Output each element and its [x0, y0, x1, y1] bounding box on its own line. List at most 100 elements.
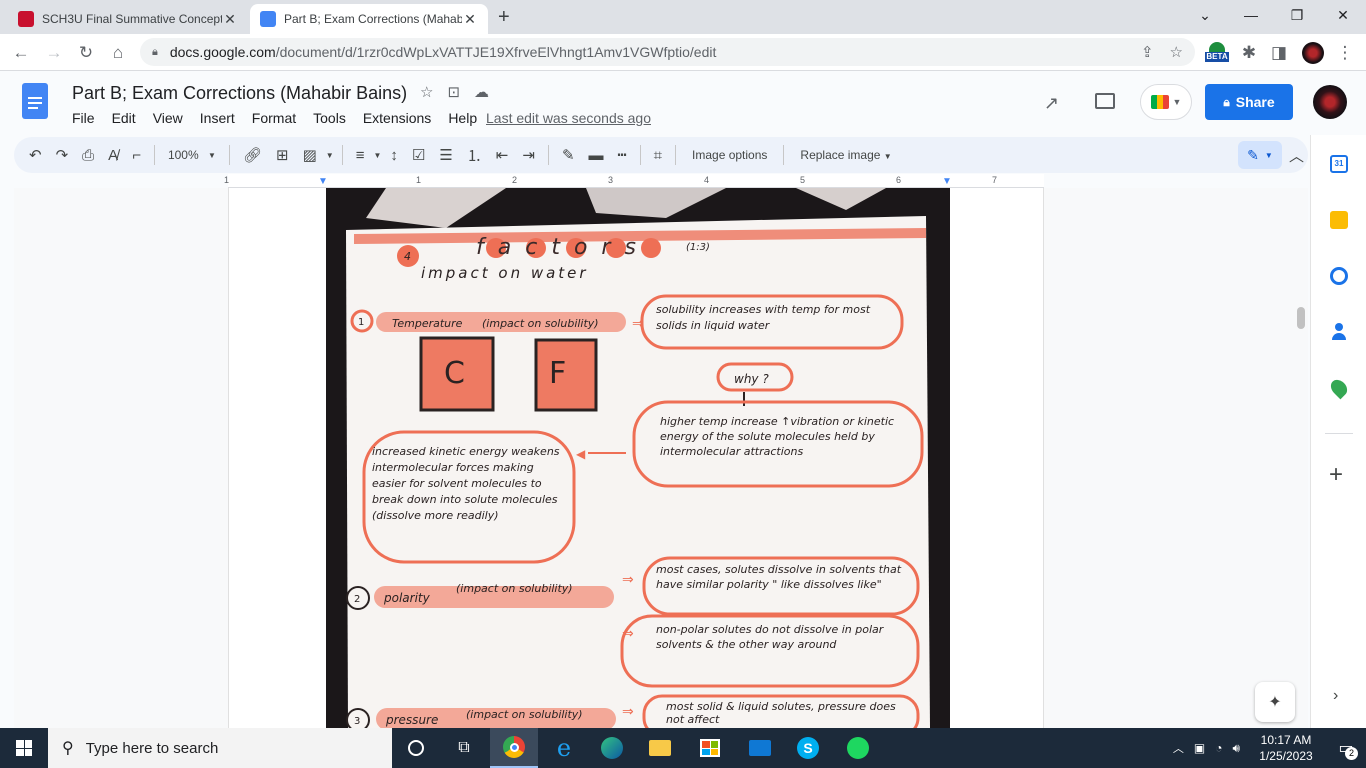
profile-avatar[interactable]: [1302, 42, 1324, 64]
tab-exam-corrections[interactable]: Part B; Exam Corrections (Mahabi ✕: [250, 4, 488, 34]
editing-mode-button[interactable]: ✎ ▼: [1238, 141, 1282, 169]
menu-help[interactable]: Help: [448, 110, 477, 126]
menu-extensions[interactable]: Extensions: [363, 110, 431, 126]
line-spacing-icon[interactable]: ↕: [383, 143, 405, 167]
microsoft-store-icon[interactable]: [686, 728, 734, 768]
restore-icon[interactable]: ❐: [1274, 0, 1320, 30]
contacts-icon[interactable]: [1330, 323, 1348, 341]
docs-logo-icon[interactable]: [22, 83, 48, 119]
reload-icon[interactable]: ↻: [73, 40, 99, 66]
activity-trend-icon[interactable]: ↗: [1044, 93, 1059, 114]
tasks-icon[interactable]: [1330, 267, 1348, 285]
share-button[interactable]: 🔒︎ Share: [1205, 84, 1293, 120]
extension-beta-icon[interactable]: BETA: [1205, 42, 1229, 64]
vertical-scrollbar[interactable]: [1297, 307, 1305, 329]
back-icon[interactable]: ←: [8, 40, 34, 66]
spotify-icon[interactable]: [834, 728, 882, 768]
taskbar-search-input[interactable]: ⚲ Type here to search: [48, 728, 392, 768]
file-explorer-icon[interactable]: [636, 728, 684, 768]
notifications-icon[interactable]: ▭ 2: [1326, 728, 1366, 768]
close-tab-icon[interactable]: ✕: [222, 11, 238, 28]
add-comment-icon[interactable]: ⊞: [269, 143, 296, 167]
cloud-saved-icon[interactable]: ☁: [474, 83, 489, 101]
right-indent-marker[interactable]: ▼: [942, 176, 952, 187]
browser-menu-icon[interactable]: ⋮: [1332, 40, 1358, 66]
zoom-select[interactable]: 100% ▼: [161, 143, 223, 167]
url-bar[interactable]: 🔒︎ docs.google.com /document/d/1rzr0cdWp…: [140, 38, 1195, 66]
notes-photo-image[interactable]: 4 factors (1:3) impact on water 1 Temper…: [326, 188, 950, 728]
maps-icon[interactable]: [1327, 376, 1351, 400]
spellcheck-icon[interactable]: A̸: [101, 143, 125, 167]
minimize-icon[interactable]: —: [1228, 0, 1274, 30]
insert-image-icon[interactable]: ▨: [296, 143, 324, 167]
account-avatar[interactable]: [1313, 85, 1347, 119]
menu-view[interactable]: View: [153, 110, 183, 126]
print-icon[interactable]: ⎙: [75, 143, 101, 167]
close-tab-icon[interactable]: ✕: [462, 11, 478, 28]
close-window-icon[interactable]: ✕: [1320, 0, 1366, 30]
start-button[interactable]: [0, 728, 48, 768]
wifi-icon[interactable]: ◔: [1215, 741, 1222, 755]
meet-button[interactable]: ▼: [1140, 84, 1192, 120]
volume-icon[interactable]: 🔊︎: [1232, 741, 1240, 756]
chrome-icon[interactable]: [490, 728, 538, 768]
search-placeholder: Type here to search: [85, 739, 219, 757]
tab-search-icon[interactable]: ⌄: [1182, 0, 1228, 30]
menu-file[interactable]: File: [72, 110, 95, 126]
menu-tools[interactable]: Tools: [313, 110, 346, 126]
undo-icon[interactable]: ↶: [22, 143, 49, 167]
chevron-down-icon[interactable]: ▼: [324, 143, 336, 167]
link-icon[interactable]: 🔗︎: [236, 143, 269, 167]
chevron-up-icon[interactable]: ︿: [1173, 740, 1184, 756]
border-weight-icon[interactable]: ▬: [582, 143, 611, 167]
share-page-icon[interactable]: ⇪: [1141, 43, 1154, 61]
tab-summative-concept[interactable]: SCH3U Final Summative Concept ✕: [8, 4, 248, 34]
menu-insert[interactable]: Insert: [200, 110, 235, 126]
align-icon[interactable]: ≡: [349, 143, 372, 167]
last-edit-link[interactable]: Last edit was seconds ago: [486, 110, 651, 126]
chevron-down-icon[interactable]: ▼: [371, 143, 383, 167]
move-folder-icon[interactable]: ⊡: [447, 83, 460, 101]
left-indent-marker[interactable]: ▼: [318, 176, 328, 187]
star-icon[interactable]: ☆: [420, 83, 433, 101]
image-options-button[interactable]: Image options: [682, 148, 777, 162]
pencil-icon: ✎: [1247, 146, 1259, 163]
clock[interactable]: 10:17 AM 1/25/2023: [1246, 732, 1326, 764]
border-color-icon[interactable]: ✎: [555, 143, 582, 167]
replace-image-button[interactable]: Replace image ▼: [790, 148, 901, 162]
side-panel-icon[interactable]: ◨: [1266, 40, 1292, 66]
border-dash-icon[interactable]: ┅: [611, 143, 634, 167]
comments-icon[interactable]: [1095, 93, 1115, 109]
menu-format[interactable]: Format: [252, 110, 296, 126]
redo-icon[interactable]: ↷: [49, 143, 76, 167]
show-side-panel-icon[interactable]: ›: [1333, 687, 1338, 705]
forward-icon[interactable]: →: [41, 40, 67, 66]
increase-indent-icon[interactable]: ⇥: [515, 143, 542, 167]
cortana-icon[interactable]: [392, 728, 440, 768]
menu-edit[interactable]: Edit: [112, 110, 136, 126]
numbered-list-icon[interactable]: ⒈: [460, 143, 489, 167]
home-icon[interactable]: ⌂: [105, 40, 131, 66]
new-tab-icon[interactable]: +: [498, 6, 510, 29]
explore-assist-button[interactable]: ✦: [1255, 682, 1295, 722]
internet-explorer-icon[interactable]: e: [540, 728, 588, 768]
ruler-number: 3: [608, 175, 614, 185]
side-panel: 31 + ›: [1310, 135, 1366, 728]
skype-icon[interactable]: S: [784, 728, 832, 768]
calendar-icon[interactable]: 31: [1330, 155, 1348, 173]
edge-icon[interactable]: [588, 728, 636, 768]
mail-icon[interactable]: [736, 728, 784, 768]
task-view-icon[interactable]: ⧉: [440, 728, 488, 768]
decrease-indent-icon[interactable]: ⇤: [489, 143, 516, 167]
bulleted-list-icon[interactable]: ☰: [432, 143, 459, 167]
extensions-puzzle-icon[interactable]: ✱: [1236, 40, 1262, 66]
paint-format-icon[interactable]: ⌐: [125, 143, 148, 167]
add-addon-icon[interactable]: +: [1329, 461, 1343, 489]
bookmark-star-icon[interactable]: ☆: [1170, 43, 1183, 61]
checklist-icon[interactable]: ☑: [405, 143, 432, 167]
crop-icon[interactable]: ⌗: [647, 143, 669, 167]
document-title[interactable]: Part B; Exam Corrections (Mahabir Bains): [72, 83, 407, 104]
onedrive-icon[interactable]: ▣: [1194, 741, 1205, 755]
collapse-toolbar-icon[interactable]: ︿: [1282, 143, 1311, 167]
keep-icon[interactable]: [1330, 211, 1348, 229]
